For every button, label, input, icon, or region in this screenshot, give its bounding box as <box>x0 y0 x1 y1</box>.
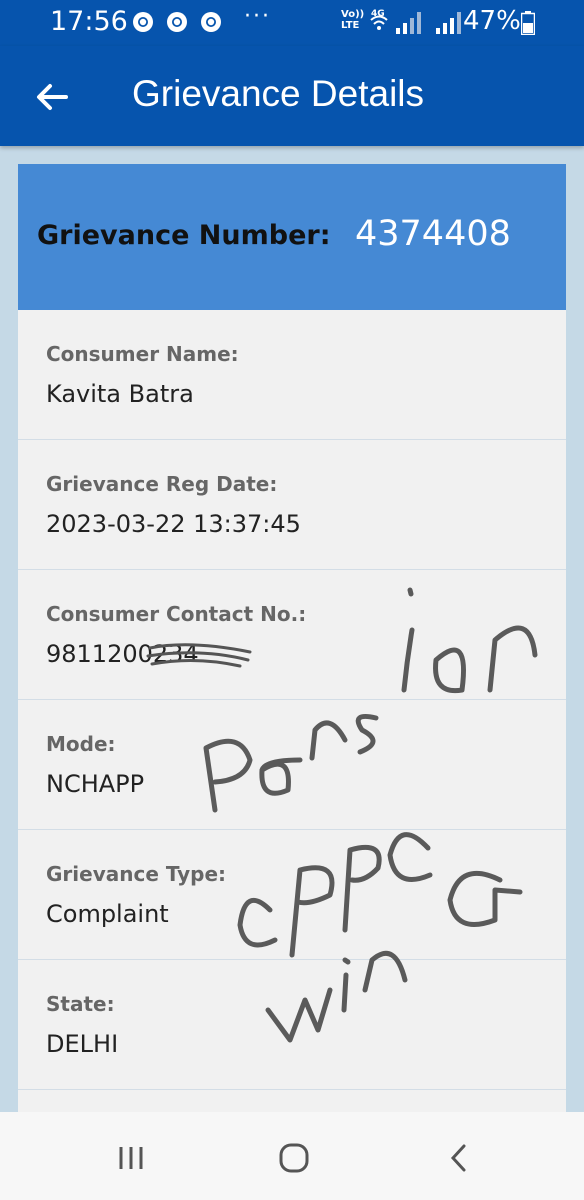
field-label: Consumer Name: <box>46 342 239 366</box>
field-value: 2023-03-22 13:37:45 <box>46 510 301 538</box>
status-bar: 17:56 ··· Vo)) LTE 4G 47% <box>0 0 584 46</box>
home-button[interactable] <box>264 1138 324 1178</box>
field-consumer-name: Consumer Name: Kavita Batra <box>18 310 566 440</box>
back-button[interactable] <box>24 74 80 120</box>
grievance-card: Grievance Number: 4374408 Consumer Name:… <box>18 164 566 1124</box>
field-mode: Mode: NCHAPP <box>18 700 566 830</box>
field-label: Grievance Reg Date: <box>46 472 278 496</box>
home-icon <box>279 1143 309 1173</box>
battery-icon <box>521 11 535 35</box>
battery-percent: 47% <box>463 6 521 36</box>
field-reg-date: Grievance Reg Date: 2023-03-22 13:37:45 <box>18 440 566 570</box>
field-value: Complaint <box>46 900 169 928</box>
system-navigation-bar <box>0 1112 584 1200</box>
signal-strength-icon <box>436 12 461 34</box>
field-grievance-type: Grievance Type: Complaint <box>18 830 566 960</box>
field-contact-no: Consumer Contact No.: 9811200234 <box>18 570 566 700</box>
arrow-left-icon <box>37 84 68 110</box>
field-value: DELHI <box>46 1030 119 1058</box>
grievance-number-header: Grievance Number: 4374408 <box>18 164 566 310</box>
page-title: Grievance Details <box>132 73 425 114</box>
wifi-icon <box>370 15 388 30</box>
volte-indicator: Vo)) LTE <box>341 9 364 31</box>
chrome-icon <box>167 12 187 32</box>
grievance-number-label: Grievance Number: <box>37 220 331 251</box>
signal-strength-icon <box>396 12 421 34</box>
field-value: 9811200234 <box>46 640 199 668</box>
field-label: Mode: <box>46 732 116 756</box>
field-value: NCHAPP <box>46 770 145 798</box>
field-state: State: DELHI <box>18 960 566 1090</box>
app-bar: Grievance Details <box>0 46 584 146</box>
field-label: Grievance Type: <box>46 862 227 886</box>
chrome-icon <box>133 12 153 32</box>
field-value: Kavita Batra <box>46 380 194 408</box>
volte-bottom: LTE <box>341 20 360 31</box>
field-label: State: <box>46 992 115 1016</box>
recent-apps-button[interactable] <box>101 1138 161 1178</box>
system-back-button[interactable] <box>428 1138 488 1178</box>
clock: 17:56 <box>50 6 128 37</box>
volte-top: Vo)) <box>341 9 365 20</box>
chrome-icon <box>201 12 221 32</box>
grievance-number-value: 4374408 <box>355 214 511 254</box>
recent-apps-icon <box>119 1147 143 1169</box>
back-icon <box>450 1144 466 1172</box>
field-label: Consumer Contact No.: <box>46 602 307 626</box>
more-notifications-icon: ··· <box>244 4 271 29</box>
